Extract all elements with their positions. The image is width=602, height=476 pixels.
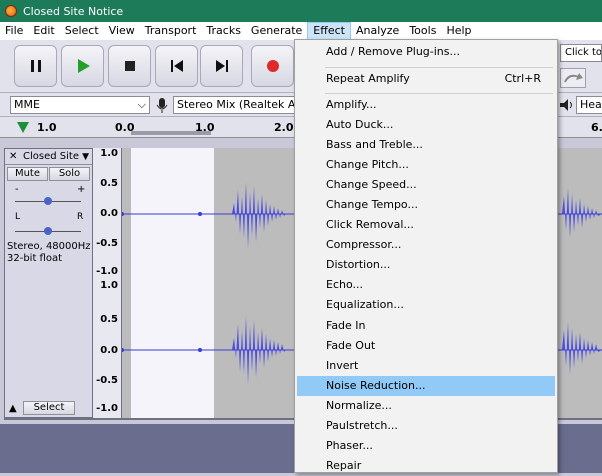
track-bit-depth: 32-bit float — [7, 253, 63, 264]
audio-host-select[interactable]: MME ⌵ — [10, 96, 150, 114]
scale-label: 0.0 — [100, 208, 118, 219]
menu-item-distortion[interactable]: Distortion... — [297, 255, 555, 275]
scale-label: 0.5 — [100, 178, 118, 189]
output-device-select[interactable]: Heac — [576, 96, 602, 114]
menu-item-change-speed[interactable]: Change Speed... — [297, 175, 555, 195]
menu-item-bass-treble[interactable]: Bass and Treble... — [297, 135, 555, 155]
pause-button[interactable] — [14, 45, 57, 87]
scale-label: -0.5 — [96, 375, 118, 386]
gain-slider-thumb[interactable] — [44, 197, 52, 205]
chevron-down-icon: ⌵ — [137, 98, 146, 111]
track-name-bar[interactable]: ✕ Closed Site ▼ — [5, 149, 92, 165]
menu-item-change-tempo[interactable]: Change Tempo... — [297, 195, 555, 215]
track-control-panel: ✕ Closed Site ▼ Mute Solo - + L R Stereo… — [4, 148, 93, 418]
menu-file[interactable]: File — [0, 22, 28, 40]
menu-view[interactable]: View — [104, 22, 140, 40]
scale-label: 1.0 — [100, 148, 118, 159]
mute-button[interactable]: Mute — [7, 167, 48, 181]
redo-icon — [564, 73, 583, 83]
scale-label: 0.0 — [100, 345, 118, 356]
pan-right-label: R — [77, 212, 84, 222]
scale-label: 1.0 — [100, 280, 118, 291]
pause-icon — [30, 60, 41, 72]
menu-item-equalization[interactable]: Equalization... — [297, 295, 555, 315]
skip-end-icon — [215, 60, 228, 72]
pan-slider-thumb[interactable] — [44, 227, 52, 235]
record-icon — [266, 60, 279, 72]
menu-item-phaser[interactable]: Phaser... — [297, 436, 555, 456]
track-format: Stereo, 48000Hz — [7, 241, 91, 252]
title-bar: Closed Site Notice — [0, 0, 602, 22]
window-title: Closed Site Notice — [23, 4, 124, 18]
menu-edit[interactable]: Edit — [28, 22, 59, 40]
menu-item-normalize[interactable]: Normalize... — [297, 396, 555, 416]
click-to-start-hint[interactable]: Click to S — [560, 44, 602, 62]
skip-start-icon — [170, 60, 183, 72]
audacity-logo-icon — [5, 5, 17, 17]
timeline-selection-bar[interactable] — [131, 131, 211, 135]
menu-item-repair[interactable]: Repair — [297, 456, 555, 476]
input-device-select[interactable]: Stereo Mix (Realtek Aud — [173, 96, 297, 114]
menu-item-compressor[interactable]: Compressor... — [297, 235, 555, 255]
menu-item-add-remove-plugins[interactable]: Add / Remove Plug-ins... — [297, 42, 555, 62]
timeline-tick: 6. — [591, 121, 602, 134]
menu-separator — [325, 93, 553, 94]
collapse-track-icon[interactable]: ▲ — [9, 403, 17, 414]
speaker-icon — [560, 99, 572, 111]
scale-label: -1.0 — [96, 403, 118, 414]
scale-label: -1.0 — [96, 266, 118, 277]
pan-left-label: L — [15, 212, 21, 222]
close-track-icon[interactable]: ✕ — [9, 149, 17, 165]
menu-item-repeat-amplify[interactable]: Repeat Amplify Ctrl+R — [297, 69, 555, 89]
menu-item-click-removal[interactable]: Click Removal... — [297, 215, 555, 235]
amplitude-scale-bottom: 1.0 0.5 0.0 -0.5 -1.0 — [93, 280, 122, 418]
menu-bar: File Edit Select View Transport Tracks G… — [0, 22, 602, 40]
menu-item-paulstretch[interactable]: Paulstretch... — [297, 416, 555, 436]
menu-help[interactable]: Help — [441, 22, 476, 40]
menu-item-label: Repeat Amplify — [326, 72, 410, 85]
microphone-icon — [156, 98, 168, 113]
menu-separator — [325, 67, 553, 68]
skip-to-start-button[interactable] — [155, 45, 198, 87]
effect-menu-dropdown: Add / Remove Plug-ins... Repeat Amplify C… — [294, 39, 558, 473]
menu-item-shortcut: Ctrl+R — [504, 72, 541, 85]
menu-generate[interactable]: Generate — [246, 22, 307, 40]
menu-item-invert[interactable]: Invert — [297, 356, 555, 376]
amplitude-scale-top: 1.0 0.5 0.0 -0.5 -1.0 — [93, 148, 122, 280]
menu-item-amplify[interactable]: Amplify... — [297, 95, 555, 115]
track-name: Closed Site — [23, 151, 79, 162]
timeline-options-icon — [17, 122, 29, 133]
play-icon — [77, 59, 90, 73]
stop-icon — [124, 61, 135, 71]
menu-transport[interactable]: Transport — [140, 22, 202, 40]
menu-item-change-pitch[interactable]: Change Pitch... — [297, 155, 555, 175]
scale-label: -0.5 — [96, 238, 118, 249]
scale-label: 0.5 — [100, 314, 118, 325]
menu-item-noise-reduction[interactable]: Noise Reduction... — [297, 376, 555, 396]
menu-select[interactable]: Select — [60, 22, 104, 40]
gain-plus-label: + — [77, 184, 86, 195]
menu-item-label: Add / Remove Plug-ins... — [326, 45, 460, 58]
menu-item-echo[interactable]: Echo... — [297, 275, 555, 295]
timeline-tick: 2.0 — [274, 121, 294, 134]
audio-host-value: MME — [14, 98, 40, 111]
timeline-tick: 1.0 — [37, 121, 57, 134]
record-button[interactable] — [251, 45, 294, 87]
redo-button[interactable] — [560, 68, 586, 88]
skip-to-end-button[interactable] — [200, 45, 243, 87]
menu-item-fade-out[interactable]: Fade Out — [297, 336, 555, 356]
play-button[interactable] — [61, 45, 104, 87]
menu-tracks[interactable]: Tracks — [201, 22, 246, 40]
menu-item-fade-in[interactable]: Fade In — [297, 316, 555, 336]
menu-item-auto-duck[interactable]: Auto Duck... — [297, 115, 555, 135]
track-info: Stereo, 48000Hz 32-bit float — [7, 241, 91, 265]
solo-button[interactable]: Solo — [49, 167, 90, 181]
select-track-button[interactable]: Select — [23, 401, 75, 415]
track-menu-icon[interactable]: ▼ — [82, 149, 89, 165]
gain-minus-label: - — [15, 184, 19, 195]
menu-effect[interactable]: Effect — [307, 22, 351, 40]
stop-button[interactable] — [108, 45, 151, 87]
menu-analyze[interactable]: Analyze — [351, 22, 404, 40]
menu-tools[interactable]: Tools — [404, 22, 441, 40]
